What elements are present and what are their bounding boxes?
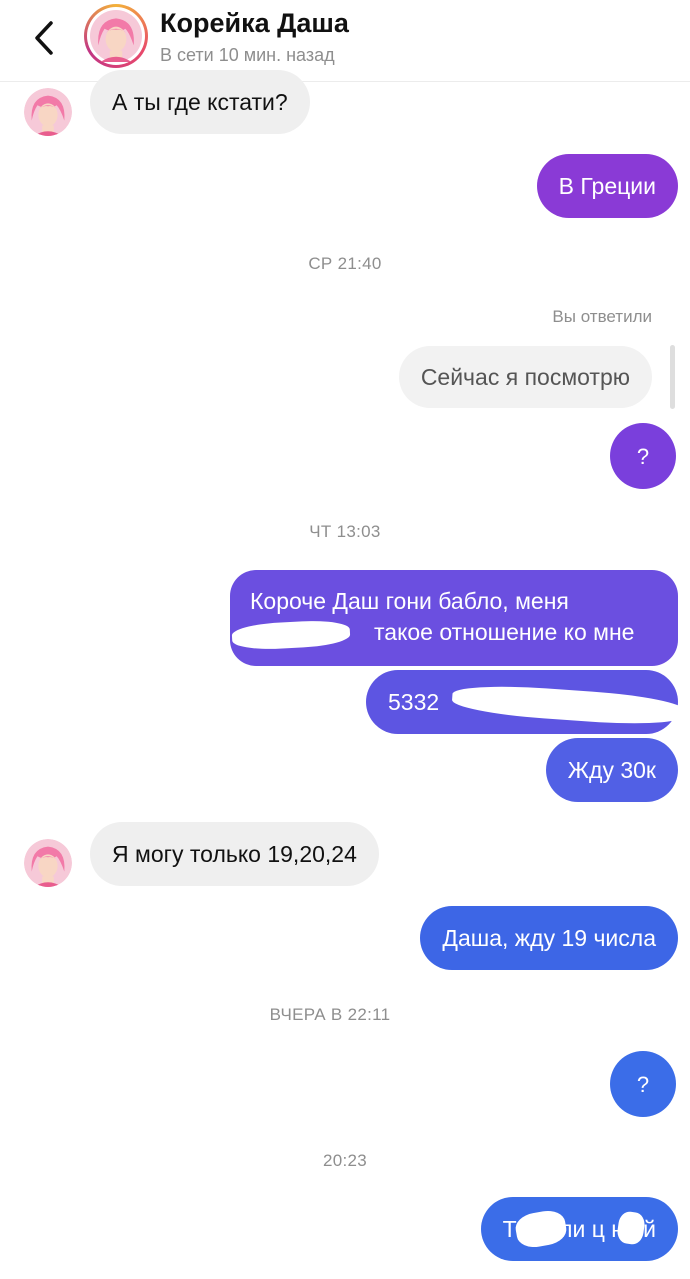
reply-label: Вы ответили — [552, 307, 652, 326]
avatar-image — [90, 10, 142, 62]
avatar-image — [24, 839, 72, 887]
message-text: Я могу только 19,20,24 — [112, 840, 357, 867]
contact-status: В сети 10 мин. назад — [160, 45, 335, 65]
contact-avatar[interactable] — [84, 4, 148, 68]
chevron-left-icon — [35, 21, 53, 55]
message-text: Жду 30к — [567, 756, 656, 783]
incoming-message[interactable]: А ты где кстати? — [90, 70, 310, 134]
outgoing-message[interactable]: ? — [610, 423, 676, 489]
avatar-image — [24, 88, 72, 136]
message-line: Короче Даш гони бабло, меня — [250, 588, 569, 614]
timestamp: 20:23 — [322, 1151, 368, 1170]
timestamp: ЧТ 13:03 — [309, 522, 381, 541]
outgoing-message[interactable]: Жду 30к — [545, 738, 678, 802]
outgoing-message[interactable]: ? — [610, 1051, 676, 1117]
message-text: А ты где кстати? — [112, 88, 288, 115]
contact-avatar-small[interactable] — [24, 88, 72, 136]
back-button[interactable] — [22, 14, 66, 62]
outgoing-message[interactable]: Даша, жду 19 числа — [420, 906, 678, 970]
outgoing-message[interactable]: Короче Даш гони бабло, меня такое отноше… — [230, 570, 678, 666]
chat-header: Корейка Даша В сети 10 мин. назад — [0, 0, 690, 82]
incoming-message[interactable]: Я могу только 19,20,24 — [90, 822, 379, 886]
timestamp: СР 21:40 — [308, 254, 382, 273]
contact-name[interactable]: Корейка Даша — [160, 8, 349, 39]
outgoing-message[interactable]: В Греции — [536, 154, 678, 218]
message-text: Даша, жду 19 числа — [442, 924, 656, 951]
message-text: ? — [636, 443, 650, 469]
message-text: 5332 — [388, 688, 440, 715]
timestamp: ВЧЕРА В 22:11 — [269, 1005, 391, 1024]
outgoing-message[interactable]: Тебе пи ц на й — [480, 1197, 678, 1261]
contact-avatar-small[interactable] — [24, 839, 72, 887]
message-text: В Греции — [558, 172, 656, 199]
reply-quote[interactable]: Сейчас я посмотрю — [398, 346, 652, 408]
message-text: ? — [636, 1071, 650, 1097]
reply-quote-text: Сейчас я посмотрю — [420, 363, 630, 390]
reply-indicator — [670, 345, 675, 409]
